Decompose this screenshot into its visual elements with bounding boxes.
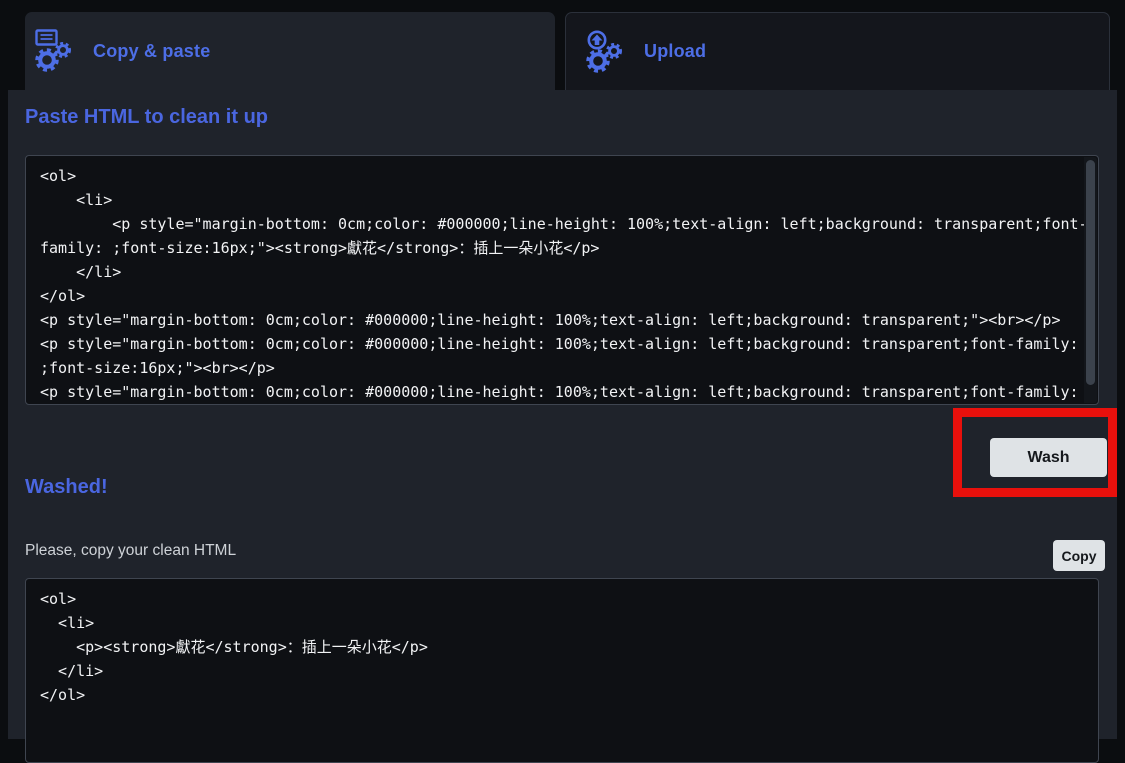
html-washer-app: { "tabs": [ { "label": "Copy & paste", "…: [0, 0, 1125, 739]
tab-upload-label: Upload: [644, 41, 706, 62]
wash-button[interactable]: Wash: [990, 438, 1107, 477]
copy-button[interactable]: Copy: [1053, 540, 1105, 571]
tab-upload[interactable]: Upload: [565, 12, 1110, 90]
editor-scrollbar-thumb[interactable]: [1086, 160, 1095, 385]
editor-scrollbar-track[interactable]: [1084, 157, 1097, 403]
tab-copy-paste-label: Copy & paste: [93, 41, 210, 62]
washed-section-heading: Washed!: [25, 476, 108, 499]
html-input-editor[interactable]: <ol> <li> <p style="margin-bottom: 0cm;c…: [25, 155, 1099, 405]
html-output-code[interactable]: <ol> <li> <p><strong>獻花</strong>：插上一朵小花<…: [26, 579, 1098, 715]
html-input-code[interactable]: <ol> <li> <p style="margin-bottom: 0cm;c…: [26, 156, 1098, 405]
copy-instruction-text: Please, copy your clean HTML: [25, 542, 236, 560]
upload-gears-icon: [586, 30, 630, 74]
html-output-editor[interactable]: <ol> <li> <p><strong>獻花</strong>：插上一朵小花<…: [25, 578, 1099, 763]
copy-paste-gears-icon: [35, 29, 79, 73]
tab-copy-paste[interactable]: Copy & paste: [25, 12, 555, 90]
paste-section-heading: Paste HTML to clean it up: [25, 106, 268, 129]
